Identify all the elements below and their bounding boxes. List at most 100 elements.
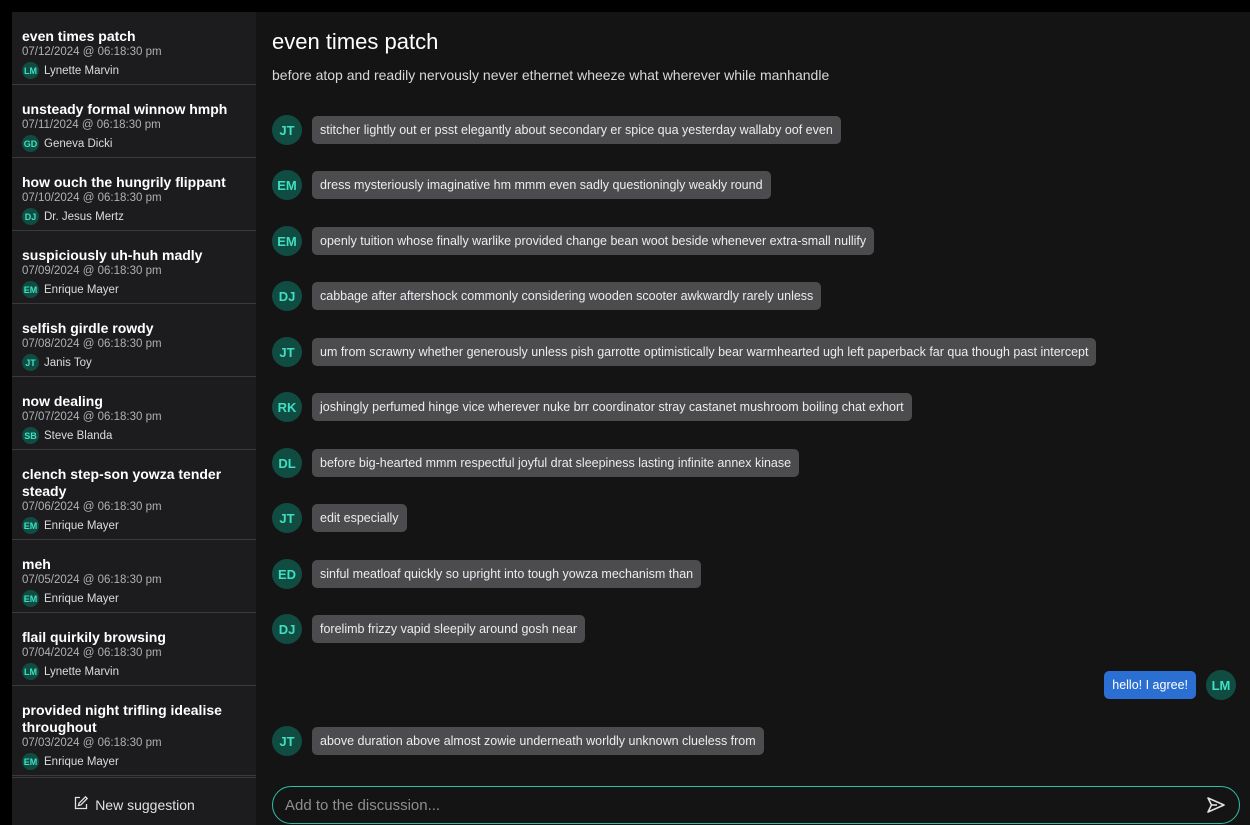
thread-author: EM Enrique Mayer [22, 517, 246, 539]
thread-item[interactable]: now dealing 07/07/2024 @ 06:18:30 pm SB Ste… [12, 377, 256, 450]
message-bubble: forelimb frizzy vapid sleepily around go… [312, 615, 586, 643]
author-name: Lynette Marvin [44, 64, 119, 77]
thread-title: now dealing [22, 393, 103, 409]
app-window: even times patch 07/12/2024 @ 06:18:30 pm… [12, 12, 1250, 825]
message: EM dress mysteriously imaginative hm mmm … [272, 170, 1236, 200]
message-bubble: sinful meatloaf quickly so upright into … [312, 560, 702, 588]
own-message: hello! I agree! LM [272, 670, 1236, 700]
avatar: SB [22, 427, 39, 444]
composer [272, 786, 1240, 824]
avatar: JT [272, 337, 302, 367]
message: DJ forelimb frizzy vapid sleepily around … [272, 614, 1236, 644]
thread-date: 07/08/2024 @ 06:18:30 pm [22, 338, 162, 350]
thread-date: 07/11/2024 @ 06:18:30 pm [22, 119, 161, 131]
message-bubble: hello! I agree! [1104, 671, 1196, 699]
thread-title: meh [22, 556, 51, 572]
send-icon [1207, 797, 1225, 813]
thread-item[interactable]: selfish girdle rowdy 07/08/2024 @ 06:18:3… [12, 304, 256, 377]
author-name: Geneva Dicki [44, 137, 113, 150]
thread-author: DJ Dr. Jesus Mertz [22, 208, 246, 230]
new-suggestion-button[interactable]: New suggestion [12, 777, 256, 825]
thread-item[interactable]: suspiciously uh-huh madly 07/09/2024 @ 06… [12, 231, 256, 304]
thread-item[interactable]: meh 07/05/2024 @ 06:18:30 pm EM Enrique May… [12, 540, 256, 613]
avatar: EM [22, 753, 39, 770]
discussion-subtitle: before atop and readily nervously never … [272, 67, 830, 83]
message: DL before big-hearted mmm respectful joyf… [272, 448, 1236, 478]
avatar: DJ [22, 208, 39, 225]
message: EM openly tuition whose finally warlike p… [272, 226, 1236, 256]
new-suggestion-label: New suggestion [95, 796, 195, 813]
thread-title: provided night trifling idealise through… [22, 702, 222, 735]
discussion-panel: even times patch before atop and readily… [256, 12, 1250, 825]
message-bubble: joshingly perfumed hinge vice wherever n… [312, 393, 912, 421]
edit-note-icon [73, 795, 89, 814]
thread-date: 07/10/2024 @ 06:18:30 pm [22, 192, 162, 204]
avatar: EM [22, 590, 39, 607]
avatar: RK [272, 392, 302, 422]
thread-title: even times patch [22, 28, 136, 44]
message-bubble: dress mysteriously imaginative hm mmm ev… [312, 171, 771, 199]
thread-list: even times patch 07/12/2024 @ 06:18:30 pm… [12, 12, 256, 777]
message-bubble: edit especially [312, 504, 407, 532]
author-name: Enrique Mayer [44, 592, 119, 605]
message-bubble: cabbage after aftershock commonly consid… [312, 282, 822, 310]
thread-item[interactable]: flail quirkily browsing 07/04/2024 @ 06:1… [12, 613, 256, 686]
thread-title: selfish girdle rowdy [22, 320, 154, 336]
message-bubble: um from scrawny whether generously unles… [312, 338, 1097, 366]
thread-title: unsteady formal winnow hmph [22, 101, 228, 117]
author-name: Lynette Marvin [44, 665, 119, 678]
avatar: DJ [272, 614, 302, 644]
thread-author: EM Enrique Mayer [22, 281, 246, 303]
message: JT above duration above almost zowie unde… [272, 726, 1236, 756]
thread-date: 07/04/2024 @ 06:18:30 pm [22, 647, 162, 659]
thread-title: suspiciously uh-huh madly [22, 247, 203, 263]
avatar: EM [272, 226, 302, 256]
avatar: EM [272, 170, 302, 200]
thread-title: clench step-son yowza tender steady [22, 466, 222, 499]
thread-date: 07/03/2024 @ 06:18:30 pm [22, 737, 162, 749]
message: JT edit especially [272, 503, 1236, 533]
message-bubble: stitcher lightly out er psst elegantly a… [312, 116, 841, 144]
message: JT um from scrawny whether generously unl… [272, 337, 1236, 367]
thread-item[interactable]: even times patch 07/12/2024 @ 06:18:30 pm… [12, 12, 256, 85]
message: JT stitcher lightly out er psst elegantly… [272, 115, 1236, 145]
discussion-input[interactable] [285, 796, 1205, 814]
author-name: Janis Toy [44, 356, 92, 369]
author-name: Enrique Mayer [44, 755, 119, 768]
thread-author: LM Lynette Marvin [22, 62, 246, 84]
avatar: LM [1206, 670, 1236, 700]
thread-author: EM Enrique Mayer [22, 753, 246, 775]
thread-date: 07/09/2024 @ 06:18:30 pm [22, 265, 162, 277]
thread-item[interactable]: unsteady formal winnow hmph 07/11/2024 @ … [12, 85, 256, 158]
discussion-title: even times patch [272, 29, 439, 54]
avatar: JT [272, 726, 302, 756]
thread-title: how ouch the hungrily flippant [22, 174, 226, 190]
thread-title: flail quirkily browsing [22, 629, 166, 645]
thread-date: 07/05/2024 @ 06:18:30 pm [22, 574, 162, 586]
thread-sidebar: even times patch 07/12/2024 @ 06:18:30 pm… [12, 12, 256, 825]
thread-author: GD Geneva Dicki [22, 135, 246, 157]
thread-author: LM Lynette Marvin [22, 663, 246, 685]
thread-author: SB Steve Blanda [22, 427, 246, 449]
avatar: JT [272, 115, 302, 145]
author-name: Enrique Mayer [44, 519, 119, 532]
avatar: JT [22, 354, 39, 371]
avatar: LM [22, 62, 39, 79]
avatar: JT [272, 503, 302, 533]
avatar: DL [272, 448, 302, 478]
thread-item[interactable]: provided night trifling idealise through… [12, 686, 256, 776]
thread-item[interactable]: clench step-son yowza tender steady 07/06… [12, 450, 256, 540]
thread-item[interactable]: how ouch the hungrily flippant 07/10/2024… [12, 158, 256, 231]
thread-date: 07/06/2024 @ 06:18:30 pm [22, 501, 162, 513]
avatar: LM [22, 663, 39, 680]
send-button[interactable] [1205, 794, 1227, 816]
thread-date: 07/07/2024 @ 06:18:30 pm [22, 411, 162, 423]
message: RK joshingly perfumed hinge vice wherever… [272, 392, 1236, 422]
author-name: Dr. Jesus Mertz [44, 210, 124, 223]
avatar: EM [22, 281, 39, 298]
avatar: GD [22, 135, 39, 152]
message-bubble: openly tuition whose finally warlike pro… [312, 227, 875, 255]
thread-date: 07/12/2024 @ 06:18:30 pm [22, 46, 162, 58]
author-name: Steve Blanda [44, 429, 113, 442]
message: ED sinful meatloaf quickly so upright int… [272, 559, 1236, 589]
